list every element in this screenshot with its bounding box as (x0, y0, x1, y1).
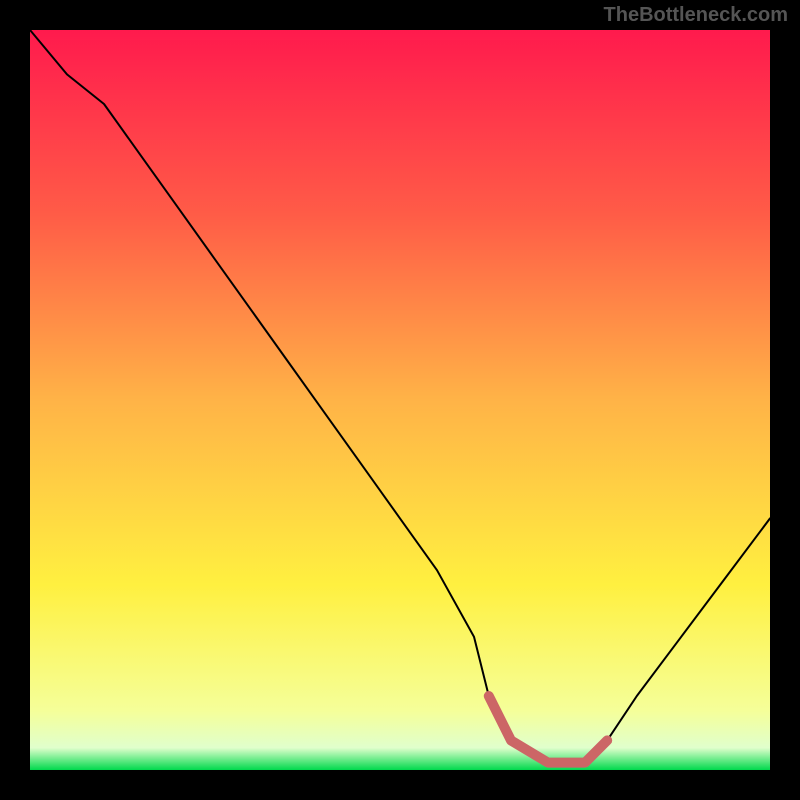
chart-container: TheBottleneck.com (0, 0, 800, 800)
plot-area (30, 30, 770, 770)
chart-svg (30, 30, 770, 770)
gradient-background (30, 30, 770, 770)
watermark-text: TheBottleneck.com (604, 4, 788, 27)
